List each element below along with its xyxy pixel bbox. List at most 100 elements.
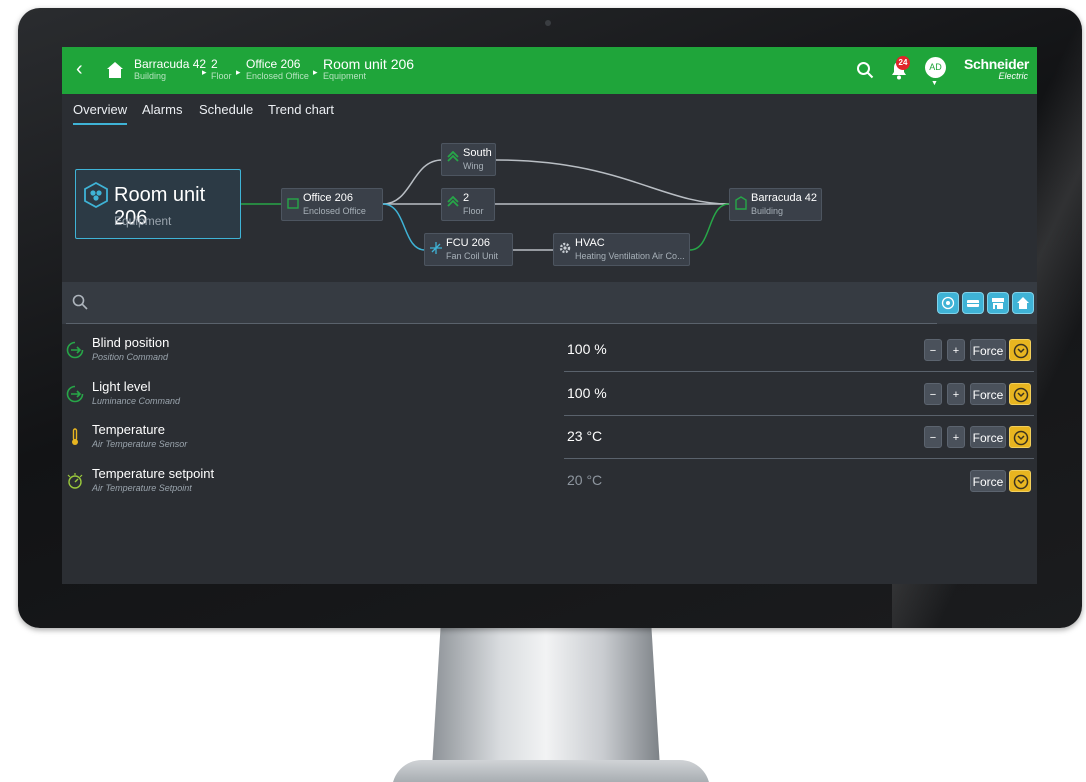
node-title: South (463, 147, 492, 159)
home-icon[interactable] (106, 61, 124, 79)
node-subtitle: Building (751, 206, 784, 216)
force-button[interactable]: Force (970, 470, 1006, 492)
node-barracuda-42[interactable]: Barracuda 42 Building (729, 188, 822, 221)
point-description: Position Command (92, 352, 169, 362)
increment-button[interactable]: + (947, 426, 965, 448)
room-unit-icon (84, 182, 108, 208)
override-button[interactable] (1009, 383, 1031, 405)
breadcrumb-separator-icon: ▸ (313, 67, 318, 77)
point-description: Air Temperature Sensor (92, 439, 188, 449)
point-row-blind-position[interactable]: Blind position Position Command 100 % − … (62, 328, 1037, 372)
floor-icon (447, 196, 459, 207)
top-bar: ‹ Barracuda 42 Building ▸ 2 Floor ▸ Offi… (62, 47, 1037, 94)
increment-button[interactable]: + (947, 383, 965, 405)
target-icon (941, 296, 955, 310)
node-subtitle: Equipment (114, 214, 172, 228)
force-button[interactable]: Force (970, 426, 1006, 448)
app-screen: ‹ Barracuda 42 Building ▸ 2 Floor ▸ Offi… (62, 47, 1037, 584)
node-hvac[interactable]: HVAC Heating Ventilation Air Co... (553, 233, 690, 266)
node-south-wing[interactable]: South Wing (441, 143, 496, 176)
points-search-bar[interactable] (62, 282, 1037, 324)
room-icon (287, 198, 299, 209)
decrement-button[interactable]: − (924, 426, 942, 448)
back-chevron-icon[interactable]: ‹ (76, 59, 83, 79)
equipment-node-room-unit[interactable]: Room unit 206 Equipment (75, 169, 241, 239)
breadcrumb-subtitle: Building (134, 71, 167, 81)
filter-building-button[interactable] (1012, 292, 1034, 314)
node-subtitle: Wing (463, 161, 484, 171)
notification-badge: 24 (896, 56, 910, 70)
fan-icon (430, 242, 442, 254)
avatar[interactable]: AD (925, 57, 946, 78)
filter-store-button[interactable] (987, 292, 1009, 314)
node-title: 2 (463, 192, 470, 204)
breadcrumb-current: Room unit 206 Equipment (323, 57, 414, 82)
logo-line1: Schneider (964, 56, 1029, 72)
point-name: Temperature setpoint (92, 466, 215, 481)
override-icon (1013, 387, 1029, 403)
monitor-stand-base (392, 760, 710, 782)
override-icon (1013, 474, 1029, 490)
tab-overview[interactable]: Overview (73, 102, 128, 125)
node-subtitle: Enclosed Office (303, 206, 366, 216)
override-button[interactable] (1009, 470, 1031, 492)
breadcrumb-building[interactable]: Barracuda 42 Building (134, 58, 206, 82)
breadcrumb-separator-icon: ▸ (236, 67, 241, 77)
node-fcu-206[interactable]: FCU 206 Fan Coil Unit (424, 233, 513, 266)
point-value: 20 °C (567, 472, 603, 488)
logo-line2: Electric (998, 71, 1028, 81)
point-name: Temperature (92, 422, 165, 437)
override-button[interactable] (1009, 339, 1031, 361)
node-office-206[interactable]: Office 206 Enclosed Office (281, 188, 383, 221)
point-row-temperature-setpoint[interactable]: Temperature setpoint Air Temperature Set… (62, 459, 1037, 503)
point-row-light-level[interactable]: Light level Luminance Command 100 % − + … (62, 372, 1037, 416)
camera-dot (545, 20, 551, 26)
override-icon (1013, 343, 1029, 359)
node-title: Office 206 (303, 192, 353, 204)
force-button[interactable]: Force (970, 339, 1006, 361)
command-arrow-icon (66, 341, 84, 359)
filter-floor-button[interactable] (962, 292, 984, 314)
node-title: HVAC (575, 237, 605, 249)
store-icon (992, 298, 1004, 309)
point-name: Light level (92, 379, 151, 394)
tab-alarms[interactable]: Alarms (142, 102, 182, 117)
node-title: FCU 206 (446, 237, 491, 249)
node-title: Barracuda 42 (751, 192, 818, 204)
search-icon[interactable] (72, 294, 88, 310)
point-value: 100 % (567, 385, 607, 401)
point-row-temperature[interactable]: Temperature Air Temperature Sensor 23 °C… (62, 415, 1037, 459)
command-arrow-icon (66, 385, 84, 403)
breadcrumb-office[interactable]: Office 206 Enclosed Office (246, 58, 309, 82)
force-button[interactable]: Force (970, 383, 1006, 405)
node-floor-2[interactable]: 2 Floor (441, 188, 495, 221)
tab-trend-chart[interactable]: Trend chart (268, 102, 334, 117)
decrement-button[interactable]: − (924, 383, 942, 405)
increment-button[interactable]: + (947, 339, 965, 361)
search-underline (66, 323, 937, 324)
tab-schedule[interactable]: Schedule (199, 102, 253, 117)
node-subtitle: Floor (463, 206, 484, 216)
override-icon (1013, 430, 1029, 446)
breadcrumb-floor[interactable]: 2 Floor (211, 58, 232, 82)
breadcrumb-subtitle: Enclosed Office (246, 71, 309, 81)
point-value: 23 °C (567, 428, 603, 444)
breadcrumb-title: 2 (211, 57, 218, 71)
wing-icon (447, 151, 459, 162)
monitor-stand-neck (432, 618, 660, 768)
chevron-down-icon[interactable]: ▼ (931, 80, 938, 87)
breadcrumb-title: Office 206 (246, 57, 301, 71)
override-button[interactable] (1009, 426, 1031, 448)
node-subtitle: Fan Coil Unit (446, 251, 499, 261)
point-description: Luminance Command (92, 396, 181, 406)
node-subtitle: Heating Ventilation Air Co... (575, 251, 685, 261)
brand-logo: Schneider Electric (964, 56, 1029, 81)
home-icon (1017, 297, 1029, 309)
breadcrumb-subtitle: Floor (211, 71, 232, 81)
point-name: Blind position (92, 335, 170, 350)
search-icon[interactable] (856, 61, 874, 79)
point-value: 100 % (567, 341, 607, 357)
filter-target-button[interactable] (937, 292, 959, 314)
page-subtitle: Equipment (323, 71, 367, 81)
decrement-button[interactable]: − (924, 339, 942, 361)
